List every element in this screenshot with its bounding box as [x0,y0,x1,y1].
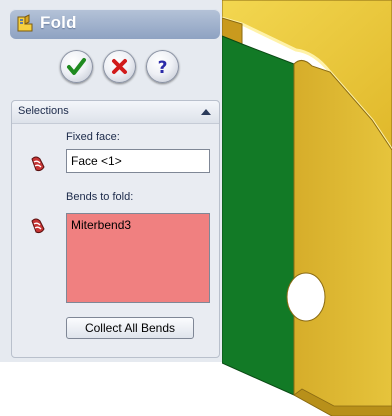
collapse-arrow-icon[interactable] [201,109,211,115]
fold-property-manager: Fold ? Selections Fixed face: Face <1> B… [0,0,222,362]
property-manager-title: Fold [40,13,77,32]
selections-group-header[interactable]: Selections [12,101,219,124]
selections-group-title: Selections [18,105,69,117]
ok-button[interactable] [60,50,93,83]
list-item[interactable]: Miterbend3 [71,218,209,232]
question-mark-icon: ? [158,58,168,78]
fixed-face-selection-icon [28,153,50,175]
collect-all-bends-button[interactable]: Collect All Bends [66,317,194,339]
sheet-metal-part[interactable] [222,0,392,416]
help-button[interactable]: ? [146,50,179,83]
green-checkmark-icon [67,58,86,75]
graphics-viewport[interactable] [222,0,392,416]
hole [286,272,326,322]
red-x-icon [112,59,127,74]
fixed-face-field[interactable]: Face <1> [66,149,210,173]
fold-feature-icon [15,14,35,34]
bends-to-fold-label: Bends to fold: [66,191,134,203]
fixed-face-label: Fixed face: [66,131,120,143]
action-buttons: ? [57,50,187,88]
property-manager-title-bar: Fold [10,9,220,39]
cancel-button[interactable] [103,50,136,83]
bends-selection-icon [28,215,50,237]
solidworks-window: Fold ? Selections Fixed face: Face <1> B… [0,0,392,416]
selections-group: Selections Fixed face: Face <1> Bends to… [11,100,220,358]
fixed-face-green[interactable] [222,35,295,396]
bends-to-fold-list[interactable]: Miterbend3 [66,213,210,303]
svg-text:?: ? [158,58,168,78]
